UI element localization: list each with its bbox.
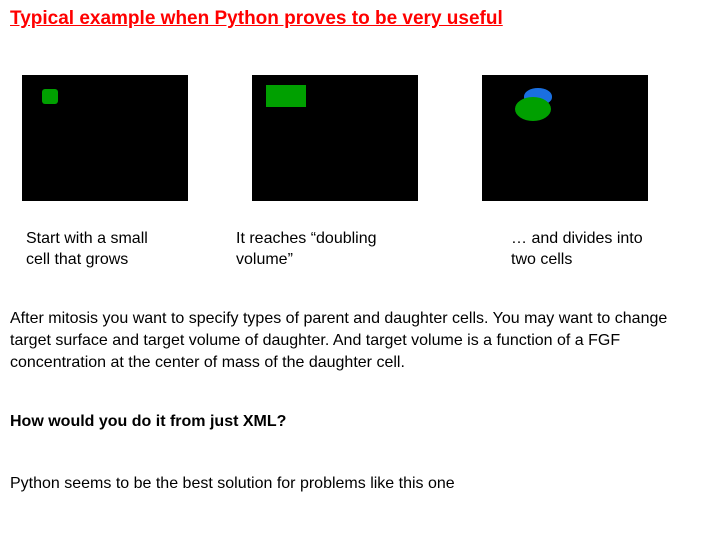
caption-2: It reaches “doubling volume” <box>236 229 416 271</box>
description-paragraph: After mitosis you want to specify types … <box>10 308 704 373</box>
daughter-cell-green-icon <box>515 97 551 121</box>
panel-3-wrap <box>480 73 650 203</box>
panel-1-wrap <box>20 73 190 203</box>
cell-large-icon <box>266 85 306 107</box>
caption-1: Start with a small cell that grows <box>26 229 166 271</box>
panel-1-sim <box>20 73 190 203</box>
panel-2-wrap <box>250 73 420 203</box>
answer-text: Python seems to be the best solution for… <box>10 475 710 493</box>
slide: Typical example when Python proves to be… <box>0 0 720 540</box>
panel-2-sim <box>250 73 420 203</box>
cell-small-icon <box>42 89 58 104</box>
caption-3: … and divides into two cells <box>511 229 661 271</box>
panel-3-sim <box>480 73 650 203</box>
question-text: How would you do it from just XML? <box>10 413 710 431</box>
caption-row: Start with a small cell that grows It re… <box>26 229 710 271</box>
slide-title: Typical example when Python proves to be… <box>10 8 710 31</box>
panel-row <box>20 73 710 203</box>
